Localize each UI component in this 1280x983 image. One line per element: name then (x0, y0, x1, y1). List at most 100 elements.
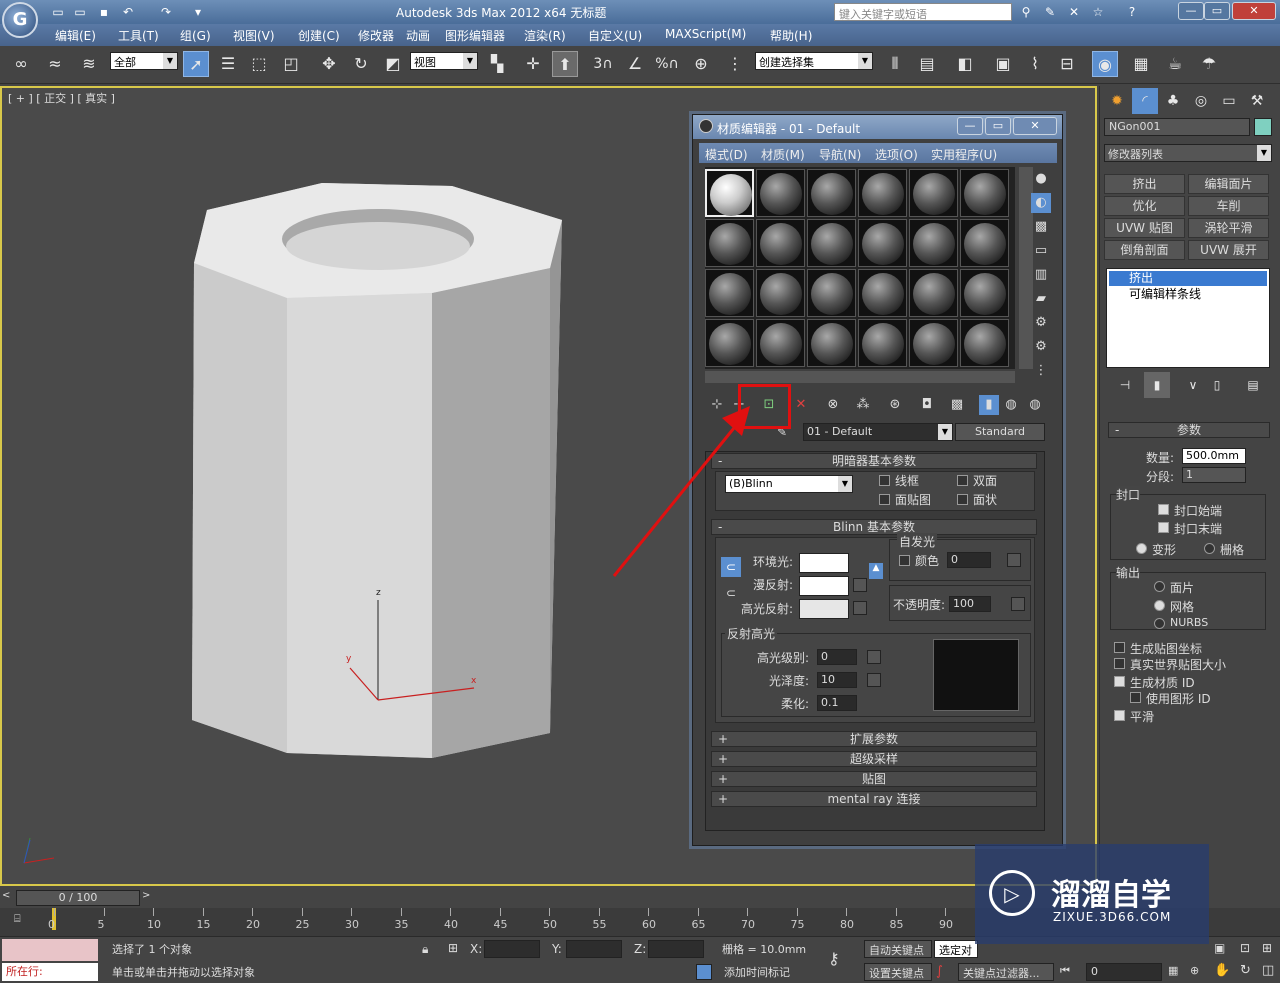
menu-views[interactable]: 视图(V) (233, 27, 275, 44)
smooth-checkbox[interactable] (1114, 710, 1125, 721)
mirror-icon[interactable]: ⫴ (882, 51, 908, 77)
menu-maxscript[interactable]: MAXScript(M) (665, 27, 746, 41)
menu-create[interactable]: 创建(C) (298, 27, 340, 44)
redo-icon[interactable]: ↷ (158, 4, 174, 20)
quick-access-dropdown-icon[interactable]: ▾ (190, 4, 206, 20)
select-manipulate-icon[interactable]: ✛ (520, 51, 546, 77)
named-selection-select[interactable]: 创建选择集 ▼ (755, 52, 873, 70)
search-input[interactable]: 键入关键字或短语 (834, 3, 1012, 21)
reference-coord-select[interactable]: 视图 ▼ (410, 52, 478, 70)
selection-lock-icon[interactable]: 🔒︎ (422, 942, 428, 957)
prev-frame-icon[interactable]: < (2, 890, 14, 906)
maximize-button[interactable]: ▭ (1204, 2, 1230, 20)
zoom-icon[interactable]: ⊕ (1190, 964, 1199, 977)
perspective-viewport[interactable]: [ + ] [ 正交 ] [ 真实 ] z x y (0, 86, 1097, 886)
add-time-tag[interactable]: 添加时间标记 (720, 963, 816, 981)
maxscript-mini-listener[interactable]: 所在行: (2, 963, 98, 981)
maxscript-listener[interactable] (2, 939, 98, 961)
remove-modifier-icon[interactable]: ▯ (1204, 372, 1230, 398)
selection-filter-select[interactable]: 全部 ▼ (110, 52, 178, 70)
output-mesh-radio[interactable] (1154, 600, 1165, 611)
link-icon[interactable]: ∞ (8, 51, 34, 77)
stack-item-editable-spline[interactable]: 可编辑样条线 (1109, 287, 1267, 302)
object-name-field[interactable]: NGon001 (1104, 118, 1250, 136)
edit-patch-button[interactable]: 编辑面片 (1188, 174, 1269, 194)
unlink-icon[interactable]: ≈ (42, 51, 68, 77)
auto-key-button[interactable]: 自动关键点 (864, 940, 932, 958)
move-icon[interactable]: ✥ (316, 51, 342, 77)
maximize-viewport-icon[interactable]: ◫ (1262, 963, 1274, 978)
rotate-icon[interactable]: ↻ (348, 51, 374, 77)
uvw-map-button[interactable]: UVW 贴图 (1104, 218, 1185, 238)
create-tab-icon[interactable]: ✹ (1104, 88, 1130, 114)
zoom-all-icon[interactable]: ▣ (1214, 941, 1225, 955)
optimize-button[interactable]: 优化 (1104, 196, 1185, 216)
object-color-swatch[interactable] (1254, 118, 1272, 136)
segments-field[interactable]: 1 (1182, 467, 1246, 483)
bevel-profile-button[interactable]: 倒角剖面 (1104, 240, 1185, 260)
grid-radio[interactable] (1204, 543, 1215, 554)
real-world-size-checkbox[interactable] (1114, 658, 1125, 669)
current-frame-field[interactable]: 0 (1086, 963, 1162, 981)
app-logo-icon[interactable]: G (2, 2, 38, 38)
render-production-icon[interactable]: ☂ (1196, 51, 1222, 77)
time-slider[interactable]: 0 / 100 (16, 890, 140, 906)
amount-field[interactable]: 500.0mm (1182, 448, 1246, 464)
motion-tab-icon[interactable]: ◎ (1188, 88, 1214, 114)
zoom-extents-icon[interactable]: ⊡ (1240, 941, 1250, 955)
pin-stack-icon[interactable]: ⊣ (1112, 372, 1138, 398)
x-coord-field[interactable] (484, 940, 540, 958)
save-icon[interactable]: ▪ (96, 4, 112, 20)
material-editor-icon[interactable]: ◉ (1092, 51, 1118, 77)
modifier-list-select[interactable]: 修改器列表 ▼ (1104, 144, 1272, 162)
pan-hand-icon[interactable]: ✋ (1214, 963, 1230, 978)
graphite-ribbon-icon[interactable]: ▣ (990, 51, 1016, 77)
absolute-mode-icon[interactable]: ⊞ (448, 941, 458, 955)
minimize-button[interactable]: — (1178, 2, 1204, 20)
turbosmooth-button[interactable]: 涡轮平滑 (1188, 218, 1269, 238)
output-nurbs-radio[interactable] (1154, 618, 1165, 629)
binoculars-icon[interactable]: ⚲ (1018, 4, 1034, 20)
key-selection-select[interactable]: 选定对 (934, 940, 978, 958)
scale-icon[interactable]: ◩ (380, 51, 406, 77)
menu-customize[interactable]: 自定义(U) (588, 27, 642, 44)
stack-item-extrude[interactable]: 挤出 (1109, 271, 1267, 286)
open-file-icon[interactable]: ▭ (72, 4, 88, 20)
orbit-icon[interactable]: ↻ (1240, 963, 1251, 978)
next-frame-icon[interactable]: > (142, 890, 154, 906)
schematic-view-icon[interactable]: ⊟ (1054, 51, 1080, 77)
menu-edit[interactable]: 编辑(E) (55, 27, 96, 44)
spinner-snap-icon[interactable]: ⊕ (688, 51, 714, 77)
output-patch-radio[interactable] (1154, 581, 1165, 592)
set-key-icon[interactable]: ⚷ (828, 949, 840, 968)
menu-tools[interactable]: 工具(T) (118, 27, 159, 44)
menu-group[interactable]: 组(G) (180, 27, 211, 44)
set-key-button[interactable]: 设置关键点 (864, 963, 932, 981)
z-coord-field[interactable] (648, 940, 704, 958)
align-icon[interactable]: ▤ (914, 51, 940, 77)
undo-icon[interactable]: ↶ (120, 4, 136, 20)
utilities-tab-icon[interactable]: ⚒ (1244, 88, 1270, 114)
keyboard-shortcut-override-icon[interactable]: ⬆ (552, 51, 578, 77)
menu-rendering[interactable]: 渲染(R) (524, 27, 566, 44)
menu-graph-editors[interactable]: 图形编辑器 (445, 27, 505, 44)
curve-editor-icon[interactable]: ⌇ (1022, 51, 1048, 77)
subscription-icon[interactable]: ✎ (1042, 4, 1058, 20)
cap-end-checkbox[interactable] (1158, 522, 1169, 533)
angle-snap-icon[interactable]: ∠ (622, 51, 648, 77)
rect-selection-icon[interactable]: ⬚ (246, 51, 272, 77)
goto-start-icon[interactable]: ⏮ (1060, 964, 1070, 978)
percent-snap-icon[interactable]: %∩ (654, 51, 680, 77)
display-tab-icon[interactable]: ▭ (1216, 88, 1242, 114)
mini-curve-editor-icon[interactable]: ⌸ (14, 912, 21, 926)
close-button[interactable]: ✕ (1232, 2, 1276, 20)
morph-radio[interactable] (1136, 543, 1147, 554)
unwrap-uvw-button[interactable]: UVW 展开 (1188, 240, 1269, 260)
select-object-icon[interactable]: ➚ (183, 51, 209, 77)
hierarchy-tab-icon[interactable]: ♣ (1160, 88, 1186, 114)
lathe-button[interactable]: 车削 (1188, 196, 1269, 216)
time-tag-icon[interactable] (696, 964, 712, 980)
new-file-icon[interactable]: ▭ (50, 4, 66, 20)
key-filters-button[interactable]: 关键点过滤器... (958, 963, 1054, 981)
menu-modifiers[interactable]: 修改器 (358, 27, 394, 44)
